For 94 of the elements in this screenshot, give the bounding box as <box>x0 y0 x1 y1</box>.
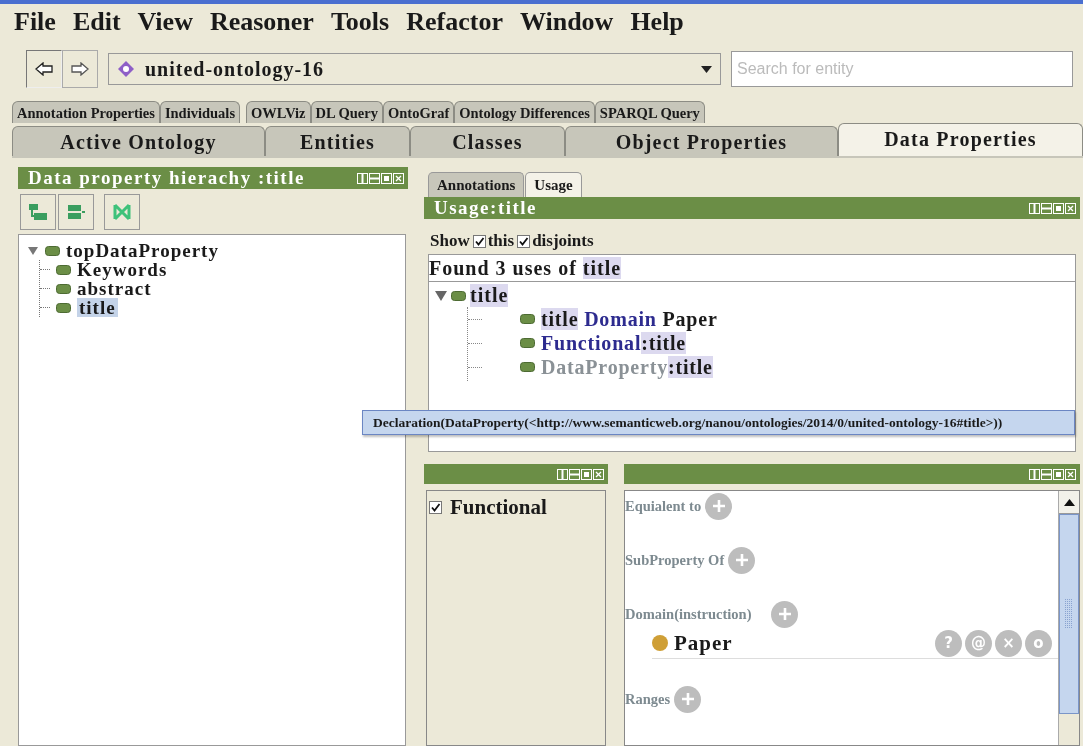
menu-item[interactable]: View <box>137 6 193 40</box>
property-icon <box>56 283 71 294</box>
minimize-icon[interactable] <box>1041 468 1052 480</box>
scroll-up-icon[interactable] <box>1063 498 1075 506</box>
tab[interactable]: Object Properties <box>565 126 838 156</box>
split-view-icon[interactable] <box>357 172 368 184</box>
search-field[interactable]: Search for entity <box>731 51 1073 87</box>
split-view-icon[interactable] <box>1029 202 1040 214</box>
maximize-icon[interactable] <box>381 172 392 184</box>
usage-item[interactable]: Functional:title <box>541 331 687 355</box>
property-icon <box>520 362 535 372</box>
close-icon[interactable] <box>593 468 604 480</box>
usage-item[interactable]: DataProperty:title <box>541 355 713 379</box>
property-icon <box>56 264 71 275</box>
checkbox[interactable] <box>429 501 442 514</box>
plus-icon <box>734 553 749 567</box>
back-button[interactable] <box>26 50 62 88</box>
add-sibling-button[interactable] <box>58 194 94 230</box>
right-arrow-icon <box>71 62 89 76</box>
caret-icon <box>701 65 712 73</box>
tab[interactable]: Entities <box>265 126 410 156</box>
scrollbar[interactable] <box>1058 491 1079 745</box>
add-subproperty-button[interactable] <box>20 194 56 230</box>
plus-icon <box>680 692 695 706</box>
show-label: Show <box>430 231 470 251</box>
tree-item[interactable]: topDataProperty <box>66 241 219 260</box>
tab[interactable]: Annotation Properties <box>12 101 160 123</box>
view-title: Data property hierachy :title <box>28 168 305 188</box>
maximize-icon[interactable] <box>1053 468 1064 480</box>
menu-item[interactable]: Refactor <box>406 6 503 40</box>
section-label: Ranges <box>625 690 671 708</box>
close-icon[interactable] <box>1065 202 1076 214</box>
tab[interactable]: OWLViz <box>246 101 311 123</box>
section-label: Equialent to <box>625 497 702 515</box>
property-icon <box>451 290 466 301</box>
tab[interactable]: Individuals <box>159 101 241 123</box>
tooltip-text: Declaration(DataProperty(<http://www.semanticweb.org/nanou/ontologies/2014/0/united-ontology-16#title>)) <box>373 415 1003 430</box>
property-icon <box>520 338 535 348</box>
property-icon <box>520 314 535 324</box>
property-icon <box>56 302 71 313</box>
frame-item[interactable]: Paper <box>674 630 733 656</box>
ontology-dropdown[interactable]: united-ontology-16 <box>108 53 721 85</box>
class-dot-icon <box>652 635 668 651</box>
add-sibling-icon <box>66 203 86 221</box>
section-label: SubProperty Of <box>625 551 725 569</box>
checkbox-label: this <box>487 231 515 251</box>
close-icon[interactable] <box>1065 468 1076 480</box>
tree-item[interactable]: Keywords <box>77 260 168 279</box>
checkbox[interactable] <box>517 234 531 248</box>
split-view-icon[interactable] <box>557 468 568 480</box>
checkbox-label: Functional <box>450 495 547 520</box>
forward-button[interactable] <box>62 50 98 88</box>
maximize-icon[interactable] <box>1053 202 1064 214</box>
tab[interactable]: Data Properties <box>838 123 1083 156</box>
close-icon[interactable] <box>393 172 404 184</box>
usage-summary: Found 3 uses of title <box>429 255 1075 282</box>
plus-icon <box>778 607 792 621</box>
tab[interactable]: Active Ontology <box>12 126 265 156</box>
usage-item[interactable]: title Domain Paper <box>541 307 718 331</box>
menu-item[interactable]: Edit <box>72 6 121 40</box>
tab[interactable]: Annotations <box>428 172 525 197</box>
menu-item[interactable]: Tools <box>330 6 390 40</box>
tree-item[interactable]: abstract <box>77 279 152 298</box>
left-arrow-icon <box>35 62 53 76</box>
maximize-icon[interactable] <box>581 468 592 480</box>
ontology-icon <box>117 60 135 78</box>
tree-item[interactable]: title <box>470 284 509 307</box>
minimize-icon[interactable] <box>369 172 380 184</box>
tab[interactable]: Ontology Differences <box>454 101 595 123</box>
minimize-icon[interactable] <box>1041 202 1052 214</box>
menu-item[interactable]: Reasoner <box>209 6 314 40</box>
tab[interactable]: Usage <box>525 172 582 197</box>
tab[interactable]: OntoGraf <box>383 101 455 123</box>
split-view-icon[interactable] <box>1029 468 1040 480</box>
add-subproperty-icon <box>28 203 48 221</box>
minimize-icon[interactable] <box>569 468 580 480</box>
collapse-triangle-icon[interactable] <box>27 245 39 256</box>
section-label: Domain(instruction) <box>625 605 752 623</box>
plus-icon <box>711 499 726 513</box>
menu-item[interactable]: Window <box>519 6 614 40</box>
menu-item[interactable]: File <box>14 6 56 40</box>
property-icon <box>45 245 60 256</box>
grip-icon[interactable] <box>1065 599 1073 629</box>
checkbox[interactable] <box>472 234 486 248</box>
delete-button[interactable] <box>104 194 140 230</box>
tab[interactable]: SPARQL Query <box>594 101 705 123</box>
menu-item[interactable]: Help <box>630 6 684 40</box>
tab[interactable]: Classes <box>410 126 565 156</box>
cross-icon <box>112 202 132 222</box>
tree-item[interactable]: title <box>77 298 118 317</box>
view-title: Usage:title <box>434 198 538 218</box>
collapse-triangle-icon[interactable] <box>435 289 447 302</box>
checkbox-label: disjoints <box>532 231 594 251</box>
tab[interactable]: DL Query <box>310 101 383 123</box>
